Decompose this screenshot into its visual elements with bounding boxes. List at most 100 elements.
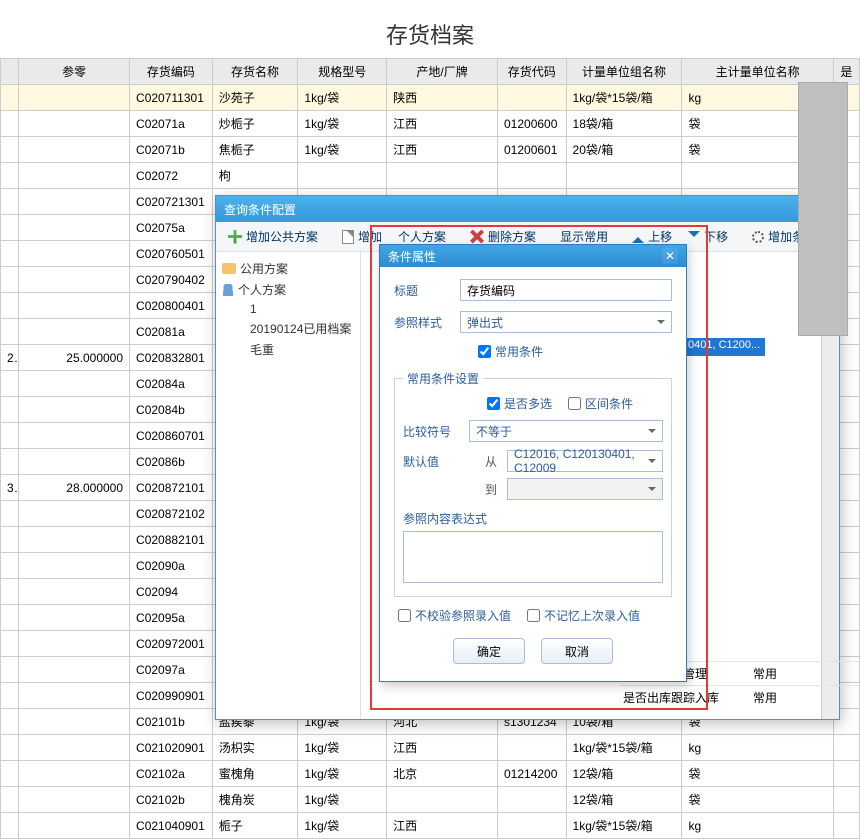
cell (19, 631, 130, 657)
table-row[interactable]: C02071b焦栀子1kg/袋江西0120060120袋/箱袋 (1, 137, 860, 163)
col-unit[interactable]: 主计量单位名称 (682, 59, 833, 85)
cell-name: 汤枳实 (212, 735, 298, 761)
title-input[interactable] (460, 279, 672, 301)
cell-code: C02072 (130, 163, 213, 189)
table-row[interactable]: C021040901栀子1kg/袋江西1kg/袋*15袋/箱kg (1, 813, 860, 839)
tree-public-plan[interactable]: 公用方案 (222, 258, 354, 279)
cell (19, 761, 130, 787)
col-ref[interactable]: 参零 (19, 59, 130, 85)
col-spec[interactable]: 规格型号 (298, 59, 387, 85)
cell-spec: 1kg/袋 (298, 137, 387, 163)
table-row[interactable]: C020711301沙苑子1kg/袋陕西1kg/袋*15袋/箱kg (1, 85, 860, 111)
cell (19, 605, 130, 631)
compare-label: 比较符号 (403, 423, 459, 440)
col-unitgrp[interactable]: 计量单位组名称 (566, 59, 682, 85)
plan-tree[interactable]: 公用方案 个人方案 1 20190124已用档案 毛重 (216, 252, 361, 719)
title-label: 标题 (394, 282, 450, 299)
table-header-row: 参零 存货编码 存货名称 规格型号 产地/厂牌 存货代码 计量单位组名称 主计量… (1, 59, 860, 85)
cell (19, 85, 130, 111)
cell (19, 657, 130, 683)
col-blank (1, 59, 19, 85)
table-row[interactable]: C02102a蜜槐角1kg/袋北京0121420012袋/箱袋 (1, 761, 860, 787)
table-row[interactable]: C021020901汤枳实1kg/袋江西1kg/袋*15袋/箱kg (1, 735, 860, 761)
dialog-titlebar[interactable]: 查询条件配置 ✕ (216, 196, 839, 222)
no-remember-checkbox[interactable]: 不记忆上次录入值 (527, 607, 640, 624)
compare-select[interactable]: 不等于 (469, 420, 663, 442)
cell (19, 501, 130, 527)
cell-code: C02075a (130, 215, 213, 241)
cell-code: C02101b (130, 709, 213, 735)
inner-titlebar[interactable]: 条件属性 ✕ (380, 245, 686, 267)
cell (1, 449, 19, 475)
cell-code: C020882101 (130, 527, 213, 553)
cancel-button[interactable]: 取消 (541, 638, 613, 664)
tree-personal-plan[interactable]: 个人方案 (222, 279, 354, 300)
cell (19, 579, 130, 605)
group-legend: 常用条件设置 (403, 370, 483, 387)
tree-item-archive[interactable]: 20190124已用档案 (222, 318, 354, 339)
cell-spec: 1kg/袋 (298, 813, 387, 839)
cell (19, 787, 130, 813)
close-icon[interactable]: ✕ (662, 248, 678, 264)
cell (1, 787, 19, 813)
table-row[interactable]: C02072枸 (1, 163, 860, 189)
cell-spec: 1kg/袋 (298, 761, 387, 787)
ref-expr-textarea[interactable] (403, 531, 663, 583)
cell (19, 189, 130, 215)
col-is[interactable]: 是 (833, 59, 859, 85)
cell-unit: 袋 (682, 761, 833, 787)
cell-origin: 北京 (387, 761, 498, 787)
cell-origin (387, 163, 498, 189)
cell-code: C02084b (130, 397, 213, 423)
cell (1, 215, 19, 241)
ref-style-select[interactable]: 弹出式 (460, 311, 672, 333)
col-code[interactable]: 存货编码 (130, 59, 213, 85)
move-down-button[interactable]: 下移 (682, 226, 734, 247)
common-cond-checkbox[interactable]: 常用条件 (478, 343, 543, 360)
col-origin[interactable]: 产地/厂牌 (387, 59, 498, 85)
cell: 212 (1, 345, 19, 371)
page-icon (342, 230, 354, 244)
cell-code: C020872102 (130, 501, 213, 527)
cell-icode (498, 85, 567, 111)
cell (19, 371, 130, 397)
cell-name: 槐角炭 (212, 787, 298, 813)
multi-select-checkbox[interactable]: 是否多选 (487, 395, 552, 412)
cell-code: C02071b (130, 137, 213, 163)
from-label: 从 (469, 453, 497, 470)
ok-button[interactable]: 确定 (453, 638, 525, 664)
value-list-scrollbar[interactable] (798, 82, 848, 336)
cell-unitgrp: 12袋/箱 (566, 761, 682, 787)
cell (833, 787, 859, 813)
cell-name: 蜜槐角 (212, 761, 298, 787)
lower-row: 是否出库跟踪入库 常用 (621, 685, 860, 709)
common-settings-group: 常用条件设置 是否多选 区间条件 比较符号 不等于 默认值 从 C12016, … (394, 370, 672, 597)
lower-cell: 常用 (753, 689, 853, 706)
cell-code: C021020901 (130, 735, 213, 761)
cell-unitgrp: 18袋/箱 (566, 111, 682, 137)
tree-item-1[interactable]: 1 (222, 300, 354, 318)
cell (19, 111, 130, 137)
table-row[interactable]: C02071a炒栀子1kg/袋江西0120060018袋/箱袋 (1, 111, 860, 137)
cell (19, 527, 130, 553)
col-name[interactable]: 存货名称 (212, 59, 298, 85)
selected-value-chip[interactable]: 0401, C1200... (685, 338, 765, 356)
no-verify-checkbox[interactable]: 不校验参照录入值 (398, 607, 511, 624)
condition-properties-dialog: 条件属性 ✕ 标题 参照样式 弹出式 常用条件 常用条件设置 是否多选 区间条件… (379, 244, 687, 682)
cell-icode: 01200601 (498, 137, 567, 163)
default-label: 默认值 (403, 453, 459, 470)
cell-code: C02086b (130, 449, 213, 475)
cell-icode (498, 735, 567, 761)
cell-origin: 江西 (387, 813, 498, 839)
cell (1, 319, 19, 345)
default-from-select[interactable]: C12016, C120130401, C12009 (507, 450, 663, 472)
add-public-plan-button[interactable]: 增加公共方案 (222, 226, 324, 247)
cell (1, 111, 19, 137)
col-icode[interactable]: 存货代码 (498, 59, 567, 85)
cell-unitgrp: 1kg/袋*15袋/箱 (566, 813, 682, 839)
range-cond-checkbox[interactable]: 区间条件 (568, 395, 633, 412)
default-to-select (507, 478, 663, 500)
cell-code: C020990901 (130, 683, 213, 709)
tree-item-weight[interactable]: 毛重 (222, 339, 354, 360)
table-row[interactable]: C02102b槐角炭1kg/袋12袋/箱袋 (1, 787, 860, 813)
